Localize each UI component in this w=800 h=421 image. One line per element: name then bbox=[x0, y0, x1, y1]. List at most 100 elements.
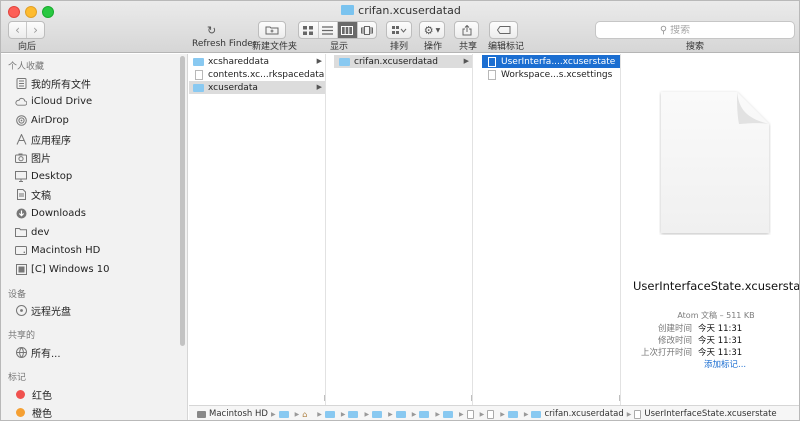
sidebar: 个人收藏 我的所有文件 iCloud Drive AirDrop 应用程序 图片 bbox=[1, 54, 188, 420]
camera-icon bbox=[15, 152, 27, 163]
folder-icon bbox=[324, 410, 335, 418]
project-file-icon bbox=[466, 409, 474, 419]
search-field[interactable]: ⚲ bbox=[595, 21, 795, 39]
all-files-icon bbox=[15, 77, 27, 89]
gallery-view-button[interactable] bbox=[356, 22, 377, 38]
refresh-icon[interactable]: ↻ bbox=[207, 24, 216, 37]
list-item[interactable]: contents.xc...rkspacedata bbox=[189, 68, 325, 81]
sidebar-item-windows-10[interactable]: [C] Windows 10 bbox=[1, 260, 187, 279]
workspace-file-icon bbox=[487, 409, 495, 419]
edit-tags-label: 编辑标记 bbox=[488, 42, 525, 52]
list-item[interactable]: xcuserdata ▶ bbox=[189, 81, 325, 94]
list-item[interactable]: xcshareddata ▶ bbox=[189, 55, 325, 68]
sidebar-item-macintosh-hd[interactable]: Macintosh HD bbox=[1, 241, 187, 260]
new-folder-icon bbox=[265, 26, 279, 35]
column-divider[interactable] bbox=[327, 54, 334, 405]
browser-column-1: xcshareddata ▶ contents.xc...rkspacedata… bbox=[189, 54, 326, 405]
column-view-button[interactable] bbox=[337, 22, 357, 38]
share-button[interactable] bbox=[454, 21, 479, 39]
column-resize-handle[interactable] bbox=[619, 395, 620, 401]
sidebar-tag-orange[interactable]: 橙色 bbox=[1, 403, 187, 420]
sidebar-item-icloud-drive[interactable]: iCloud Drive bbox=[1, 93, 187, 112]
list-view-button[interactable] bbox=[317, 22, 338, 38]
document-icon bbox=[488, 56, 496, 67]
preview-metadata: 创建时间 今天 11:31 修改时间 今天 11:31 上次打开时间 今天 11:31 bbox=[631, 322, 799, 358]
path-segment[interactable] bbox=[507, 410, 521, 418]
path-segment[interactable] bbox=[395, 410, 409, 418]
list-item[interactable]: crifan.xcuserdatad ▶ bbox=[334, 55, 472, 68]
document-icon bbox=[634, 409, 642, 419]
path-separator: ▶ bbox=[364, 410, 370, 418]
list-item[interactable]: UserInterfa....xcuserstate bbox=[482, 55, 620, 68]
list-icon bbox=[322, 25, 334, 35]
path-segment[interactable] bbox=[324, 410, 338, 418]
network-icon bbox=[15, 346, 27, 358]
sidebar-item-dev[interactable]: dev bbox=[1, 223, 187, 242]
path-segment[interactable] bbox=[466, 409, 477, 419]
folder-icon bbox=[193, 57, 204, 66]
path-segment-file[interactable]: UserInterfaceState.xcuserstate bbox=[634, 409, 777, 419]
add-tags-link[interactable]: 添加标记... bbox=[704, 358, 746, 370]
list-item[interactable]: Workspace...s.xcsettings bbox=[482, 68, 620, 81]
sidebar-header-shared: 共享的 bbox=[8, 331, 36, 342]
sidebar-item-airdrop[interactable]: AirDrop bbox=[1, 111, 187, 130]
path-segment[interactable] bbox=[348, 410, 361, 418]
sidebar-item-pictures[interactable]: 图片 bbox=[1, 148, 187, 167]
arrange-button[interactable] bbox=[386, 21, 412, 39]
folder-icon bbox=[419, 410, 430, 418]
icon-view-button[interactable] bbox=[299, 22, 318, 38]
path-segment[interactable] bbox=[372, 410, 385, 418]
arrange-icon bbox=[391, 25, 406, 34]
sidebar-tag-red[interactable]: 红色 bbox=[1, 385, 187, 404]
finder-window: crifan.xcuserdatad ‹ › 向后 ↻ Refresh Find… bbox=[0, 0, 800, 421]
path-bar: Macintosh HD ▶ ▶ ⌂ ▶ ▶ ▶ ▶ ▶ ▶ ▶ ▶ ▶ ▶ c… bbox=[189, 405, 799, 420]
path-separator: ▶ bbox=[411, 410, 417, 418]
arrange-label: 排列 bbox=[390, 42, 409, 52]
path-segment[interactable] bbox=[442, 410, 456, 418]
sidebar-item-all-shared[interactable]: 所有... bbox=[1, 343, 187, 362]
folder-icon bbox=[193, 83, 204, 92]
path-segment[interactable] bbox=[278, 410, 292, 418]
forward-button[interactable]: › bbox=[26, 22, 44, 38]
sidebar-item-downloads[interactable]: Downloads bbox=[1, 204, 187, 223]
gear-icon: ⚙ bbox=[423, 23, 434, 37]
sidebar-scrollbar[interactable] bbox=[180, 56, 185, 346]
chevron-right-icon: ▶ bbox=[316, 83, 322, 91]
back-button[interactable]: ‹ bbox=[9, 22, 26, 38]
edit-tags-button[interactable] bbox=[489, 21, 518, 39]
path-segment[interactable] bbox=[419, 410, 432, 418]
sidebar-item-desktop[interactable]: Desktop bbox=[1, 167, 187, 186]
path-separator: ▶ bbox=[270, 410, 276, 418]
path-segment[interactable] bbox=[487, 409, 497, 419]
action-button[interactable]: ⚙ ▼ bbox=[419, 21, 445, 39]
sidebar-item-documents[interactable]: 文稿 bbox=[1, 186, 187, 205]
column-resize-handle[interactable] bbox=[471, 395, 472, 401]
action-label: 操作 bbox=[424, 42, 443, 52]
sidebar-header-favorites: 个人收藏 bbox=[8, 62, 45, 72]
folder-icon bbox=[278, 410, 289, 418]
path-segment-root[interactable]: Macintosh HD bbox=[197, 409, 268, 419]
sidebar-item-remote-disc[interactable]: 远程光盘 bbox=[1, 302, 187, 321]
browser-column-2: crifan.xcuserdatad ▶ bbox=[334, 54, 473, 405]
new-folder-button[interactable] bbox=[258, 21, 286, 39]
sidebar-item-applications[interactable]: 应用程序 bbox=[1, 130, 187, 149]
columns-icon bbox=[341, 25, 354, 35]
search-input[interactable] bbox=[670, 24, 731, 36]
chevron-right-icon: ▶ bbox=[463, 57, 469, 65]
created-value: 今天 11:31 bbox=[698, 324, 743, 334]
path-segment[interactable]: ⌂ bbox=[302, 410, 314, 419]
chevron-down-icon: ▼ bbox=[435, 26, 441, 34]
cloud-icon bbox=[15, 96, 27, 107]
tag-icon bbox=[496, 26, 510, 34]
sidebar-item-all-files[interactable]: 我的所有文件 bbox=[1, 74, 187, 93]
folder-icon bbox=[395, 410, 406, 418]
column-resize-handle[interactable] bbox=[324, 395, 325, 401]
share-icon bbox=[462, 24, 471, 35]
folder-icon bbox=[341, 5, 355, 15]
column-divider[interactable] bbox=[474, 54, 482, 405]
toolbar: crifan.xcuserdatad ‹ › 向后 ↻ Refresh Find… bbox=[1, 1, 799, 53]
folder-icon bbox=[348, 410, 359, 418]
applications-icon bbox=[15, 133, 27, 145]
path-segment-folder[interactable]: crifan.xcuserdatad bbox=[531, 409, 624, 419]
refresh-finder-button[interactable]: Refresh Finder bbox=[192, 39, 257, 49]
